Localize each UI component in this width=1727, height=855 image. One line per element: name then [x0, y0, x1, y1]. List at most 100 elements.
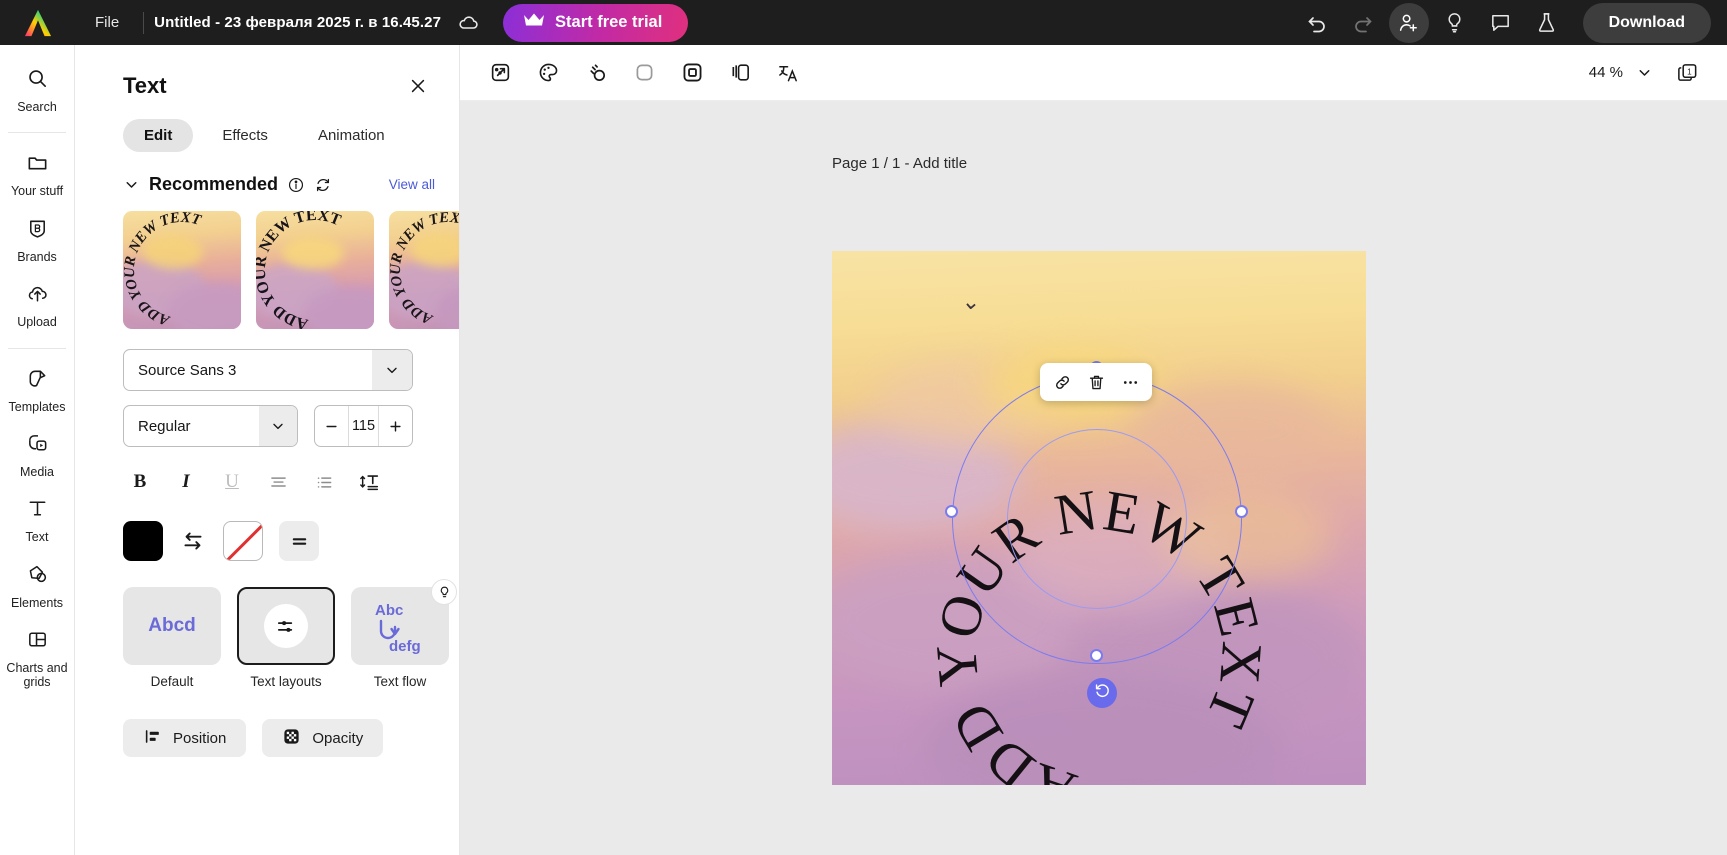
sidebar-label: Your stuff	[11, 184, 63, 198]
sliders-icon	[264, 604, 308, 648]
color-controls-row	[123, 521, 459, 561]
object-context-toolbar	[1040, 363, 1152, 401]
thumb-artwork-text: ADD YOUR NEW TEXT	[389, 211, 459, 329]
chevron-down-icon[interactable]	[1629, 53, 1659, 93]
position-button[interactable]: Position	[123, 719, 246, 757]
tab-edit[interactable]: Edit	[123, 119, 193, 152]
trial-label: Start free trial	[555, 13, 662, 32]
app-logo[interactable]	[0, 0, 75, 45]
underline-button[interactable]: U	[215, 465, 249, 499]
top-bar: File Untitled - 23 февраля 2025 г. в 16.…	[0, 0, 1727, 45]
thumb-artwork-text: ADD YOUR NEW TEXT	[123, 211, 241, 329]
sidebar-item-brands[interactable]: Brands	[3, 209, 71, 270]
redo-icon[interactable]	[1343, 3, 1383, 43]
info-icon[interactable]	[287, 176, 305, 194]
font-size-decrease-button[interactable]	[315, 406, 348, 446]
text-flow-button[interactable]: Abc defg	[351, 587, 449, 665]
recommended-thumb-2[interactable]: ADD YOUR NEW TEXT	[256, 211, 374, 329]
refresh-icon[interactable]	[314, 176, 332, 194]
tab-animation[interactable]: Animation	[297, 119, 406, 152]
fill-color-swatch[interactable]	[123, 521, 163, 561]
layout-option-default: Abcd Default	[123, 587, 221, 689]
link-icon[interactable]	[1047, 367, 1077, 397]
default-layout-button[interactable]: Abcd	[123, 587, 221, 665]
frame-icon[interactable]	[670, 53, 714, 93]
canvas-area: 44 % 1 Page 1 / 1 - Add title	[460, 45, 1727, 855]
page-title: Text	[123, 73, 167, 99]
cloud-sync-icon[interactable]	[457, 11, 481, 35]
undo-icon[interactable]	[1297, 3, 1337, 43]
add-person-icon[interactable]	[1389, 3, 1429, 43]
text-flow-icon: Abc defg	[365, 595, 435, 657]
bold-button[interactable]: B	[123, 465, 157, 499]
duplicate-icon[interactable]	[718, 53, 762, 93]
folder-icon	[26, 151, 49, 179]
left-rail: Search Your stuff Brands Upload	[0, 45, 75, 855]
font-size-value[interactable]: 115	[348, 406, 379, 446]
file-menu[interactable]: File	[81, 10, 133, 35]
opacity-button[interactable]: Opacity	[262, 719, 383, 757]
text-layout-options: Abcd Default Text layouts Abc	[123, 587, 459, 689]
more-dots-icon[interactable]	[1115, 367, 1145, 397]
view-all-link[interactable]: View all	[389, 177, 435, 192]
rail-divider	[8, 132, 66, 133]
document-title[interactable]: Untitled - 23 февраля 2025 г. в 16.45.27	[154, 14, 441, 31]
resize-handle-bottom[interactable]	[1090, 649, 1103, 662]
topbar-actions: Download	[1297, 3, 1727, 43]
font-family-select[interactable]: Source Sans 3	[123, 349, 413, 391]
font-size-stepper: 115	[314, 405, 413, 447]
canvas-stage[interactable]: Page 1 / 1 - Add title ⌄ ADD YOUR NEW TE…	[460, 101, 1727, 855]
sidebar-item-upload[interactable]: Upload	[3, 274, 71, 335]
italic-button[interactable]: I	[169, 465, 203, 499]
text-layouts-button[interactable]	[237, 587, 335, 665]
close-icon[interactable]	[401, 69, 435, 103]
flask-icon[interactable]	[1527, 3, 1567, 43]
rounded-square-icon[interactable]	[622, 53, 666, 93]
pages-panel-icon[interactable]: 1	[1665, 53, 1709, 93]
line-spacing-icon[interactable]	[353, 465, 387, 499]
sidebar-item-charts-and-grids[interactable]: Charts and grids	[3, 620, 71, 696]
lightbulb-icon[interactable]	[1435, 3, 1475, 43]
media-icon	[26, 432, 49, 460]
elements-icon	[26, 563, 49, 591]
align-center-icon[interactable]	[261, 465, 295, 499]
sidebar-label: Search	[17, 100, 57, 114]
brand-shield-icon	[26, 217, 49, 245]
chevron-down-icon[interactable]	[123, 176, 140, 193]
comment-icon[interactable]	[1481, 3, 1521, 43]
opacity-checker-icon	[282, 727, 301, 750]
svg-text:ADD YOUR NEW TEXT: ADD YOUR NEW TEXT	[123, 211, 203, 328]
text-align-icon[interactable]	[279, 521, 319, 561]
start-free-trial-button[interactable]: Start free trial	[503, 4, 688, 42]
swap-arrows-icon[interactable]	[179, 527, 207, 555]
sidebar-item-text[interactable]: Text	[3, 489, 71, 550]
page-label[interactable]: Page 1 / 1 - Add title	[832, 155, 967, 172]
opacity-label: Opacity	[312, 730, 363, 747]
sidebar-item-your-stuff[interactable]: Your stuff	[3, 143, 71, 204]
sidebar-item-elements[interactable]: Elements	[3, 555, 71, 616]
stroke-color-none-swatch[interactable]	[223, 521, 263, 561]
rotate-handle[interactable]	[1087, 678, 1117, 708]
resize-handle-right[interactable]	[1235, 505, 1248, 518]
tab-effects[interactable]: Effects	[201, 119, 289, 152]
shape-combine-icon[interactable]	[574, 53, 618, 93]
bullet-list-icon[interactable]	[307, 465, 341, 499]
cloud-upload-icon	[26, 282, 49, 310]
font-style-select[interactable]: Regular	[123, 405, 298, 447]
sidebar-item-templates[interactable]: Templates	[3, 359, 71, 420]
sidebar-label: Brands	[17, 250, 57, 264]
download-button[interactable]: Download	[1583, 3, 1711, 43]
generative-fill-icon[interactable]	[478, 53, 522, 93]
recommended-thumb-3[interactable]: ADD YOUR NEW TEXT	[389, 211, 459, 329]
translate-icon[interactable]	[766, 53, 810, 93]
sidebar-item-search[interactable]: Search	[3, 59, 71, 120]
resize-handle-left[interactable]	[945, 505, 958, 518]
zoom-level[interactable]: 44 %	[1589, 64, 1623, 81]
trash-icon[interactable]	[1081, 367, 1111, 397]
sidebar-item-media[interactable]: Media	[3, 424, 71, 485]
palette-icon[interactable]	[526, 53, 570, 93]
font-size-increase-button[interactable]	[379, 406, 412, 446]
abcd-sample: Abcd	[148, 615, 196, 637]
position-icon	[143, 727, 162, 750]
recommended-thumb-1[interactable]: ADD YOUR NEW TEXT	[123, 211, 241, 329]
